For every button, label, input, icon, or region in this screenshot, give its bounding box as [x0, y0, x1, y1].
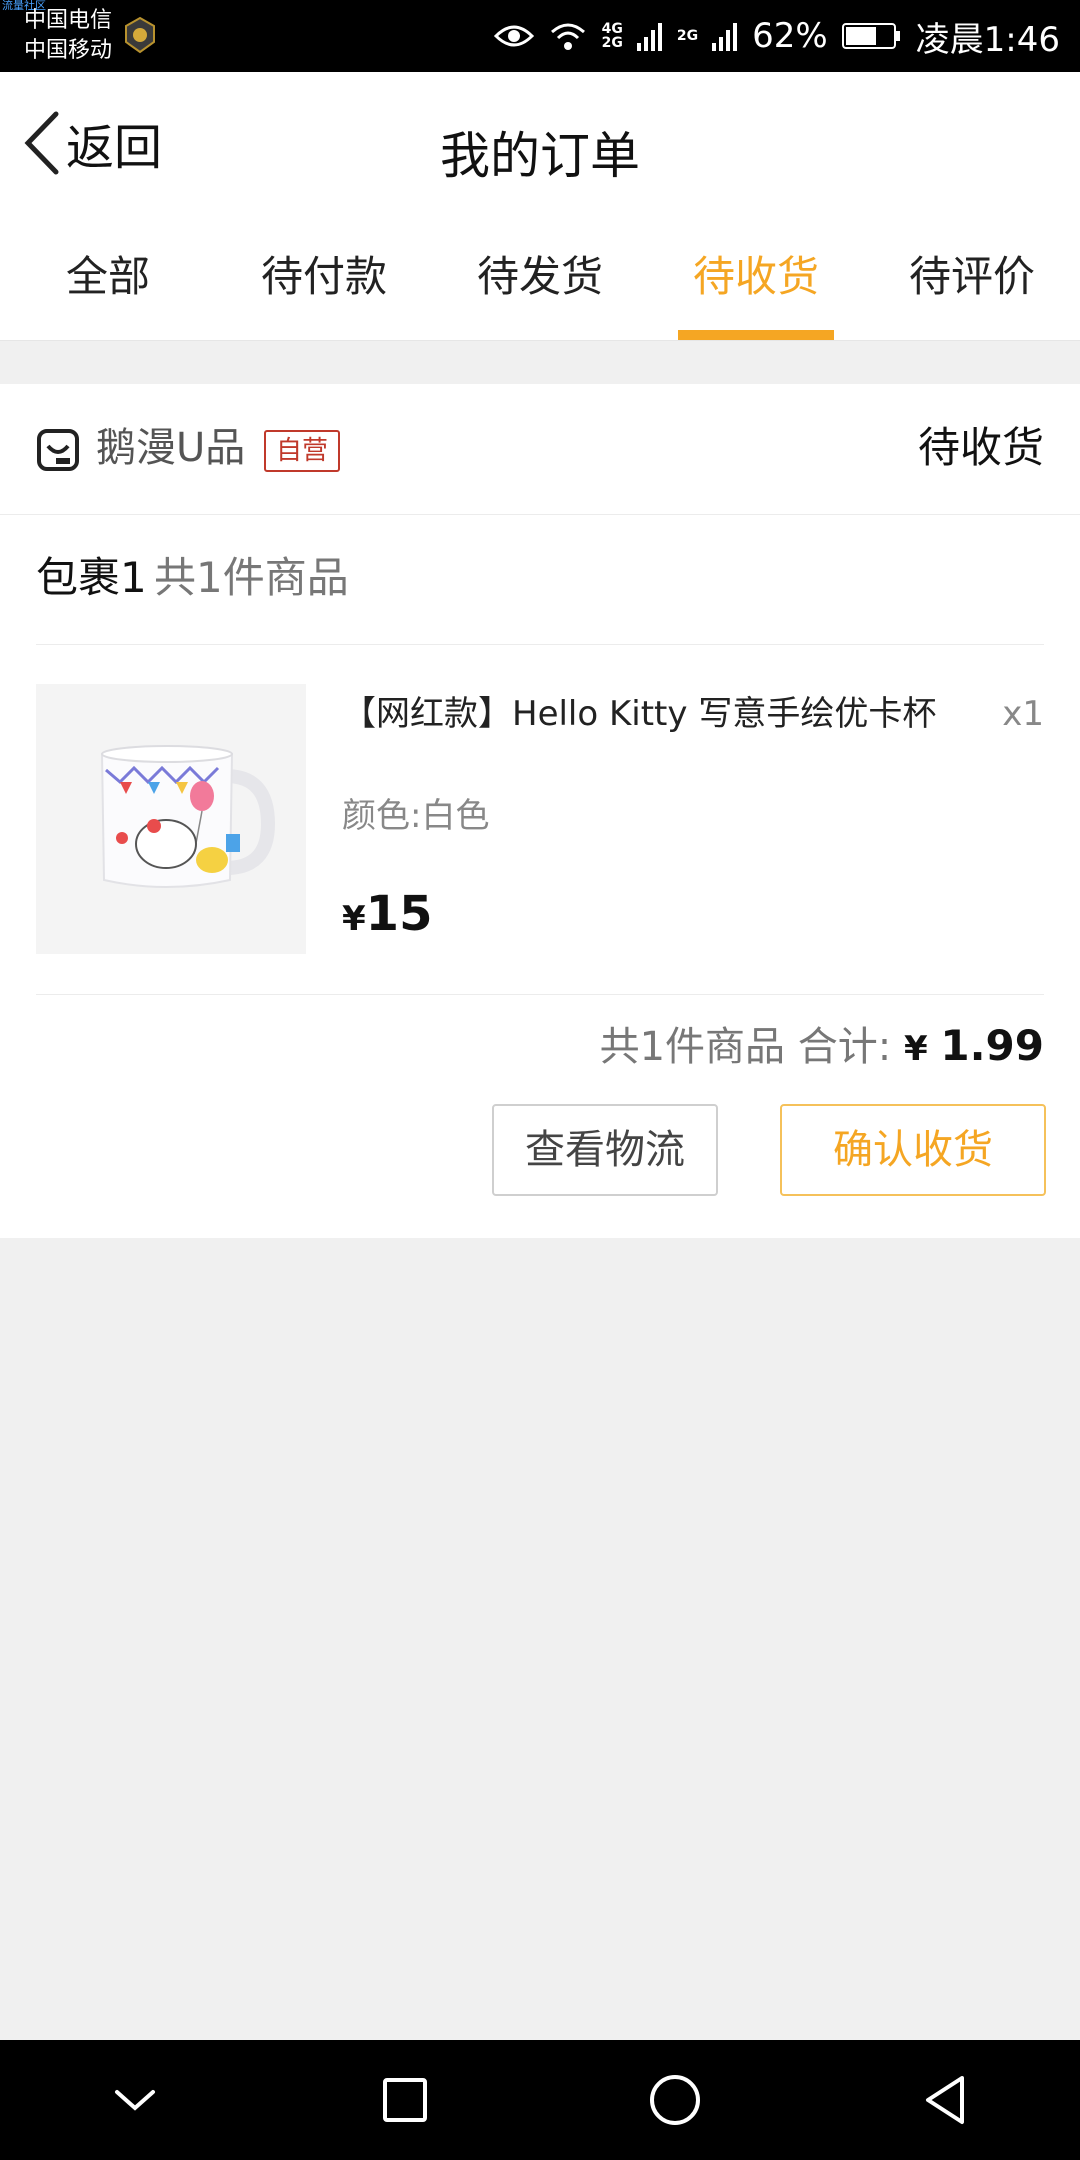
status-icons: 4G 2G 2G 62% 凌晨1:46 [493, 0, 1060, 72]
tab-pending-receipt[interactable]: 待收货 [648, 214, 864, 340]
net-4g-label: 4G [601, 21, 623, 37]
shop-header[interactable]: 鹅漫U品 自营 待收货 [0, 384, 1080, 515]
order-summary: 共1件商品 合计: ¥ 1.99 [600, 1016, 1044, 1079]
price-value: 15 [365, 886, 433, 942]
order-status: 待收货 [917, 423, 1044, 472]
summary-count: 共1件商品 [599, 1024, 786, 1070]
confirm-receipt-button[interactable]: 确认收货 [780, 1104, 1046, 1196]
order-tabs: 全部 待付款 待发货 待收货 待评价 [0, 214, 1080, 341]
chevron-down-icon [115, 2090, 155, 2111]
signal-bars-2-icon [712, 23, 738, 51]
product-name: 【网红款】Hello Kitty 写意手绘优卡杯 [342, 694, 937, 734]
total-amount: 1.99 [940, 1021, 1044, 1070]
circle-icon [650, 2075, 700, 2125]
tab-all[interactable]: 全部 [0, 214, 216, 340]
triangle-back-icon [926, 2076, 964, 2124]
product-quantity: x1 [1002, 694, 1044, 734]
summary-label: 合计: [797, 1024, 892, 1070]
self-operated-badge: 自营 [264, 430, 341, 472]
nav-back-button[interactable] [885, 2040, 1005, 2160]
mug-image [36, 684, 306, 954]
order-card: 鹅漫U品 自营 待收货 包裹1 共1件商品 【网红款】Hello Kitty 写… [0, 384, 1080, 1238]
product-image[interactable] [36, 684, 306, 954]
badge-icon [125, 16, 155, 54]
clock: 凌晨1:46 [915, 19, 1060, 60]
signal-bars-icon [636, 23, 662, 51]
nav-hide-button[interactable] [75, 2040, 195, 2160]
carrier-1: 中国电信 [24, 8, 113, 33]
price-currency: ¥ [342, 899, 366, 939]
carrier-names: 中国电信 中国移动 [24, 6, 112, 66]
shop-name: 鹅漫U品 [96, 425, 246, 471]
nav-header: 返回 我的订单 [0, 72, 1080, 214]
product-spec: 颜色:白色 [342, 796, 490, 836]
product-item[interactable]: 【网红款】Hello Kitty 写意手绘优卡杯 x1 颜色:白色 ¥15 [36, 644, 1044, 995]
signal-4g-icon: 4G 2G [602, 22, 623, 50]
shop-icon [37, 429, 79, 471]
system-nav-bar [0, 2040, 1080, 2160]
carrier-2: 中国移动 [24, 38, 113, 63]
tab-pending-payment[interactable]: 待付款 [216, 214, 432, 340]
parcel-label: 包裹1 [36, 553, 147, 602]
nav-recents-button[interactable] [345, 2040, 465, 2160]
product-price: ¥15 [342, 884, 432, 955]
nav-home-button[interactable] [615, 2040, 735, 2160]
signal-2g-icon: 2G [677, 29, 698, 43]
status-bar: 流量社区 中国电信 中国移动 4G 2G 2G 62% 凌晨1:46 [0, 0, 1080, 72]
eye-icon [493, 25, 534, 47]
wifi-icon [550, 23, 585, 50]
parcel-item-count: 共1件商品 [154, 553, 349, 602]
net-2g-label-a: 2G [601, 35, 623, 51]
battery-percent: 62% [752, 16, 828, 56]
total-currency: ¥ [903, 1029, 928, 1069]
square-icon [383, 2078, 427, 2122]
tab-pending-review[interactable]: 待评价 [864, 214, 1080, 340]
view-logistics-button[interactable]: 查看物流 [492, 1104, 718, 1196]
page-title: 我的订单 [440, 127, 640, 185]
battery-icon [841, 23, 900, 49]
net-2g-label-b: 2G [676, 28, 699, 44]
tab-pending-shipment[interactable]: 待发货 [432, 214, 648, 340]
parcel-header: 包裹1 共1件商品 [36, 514, 1044, 645]
